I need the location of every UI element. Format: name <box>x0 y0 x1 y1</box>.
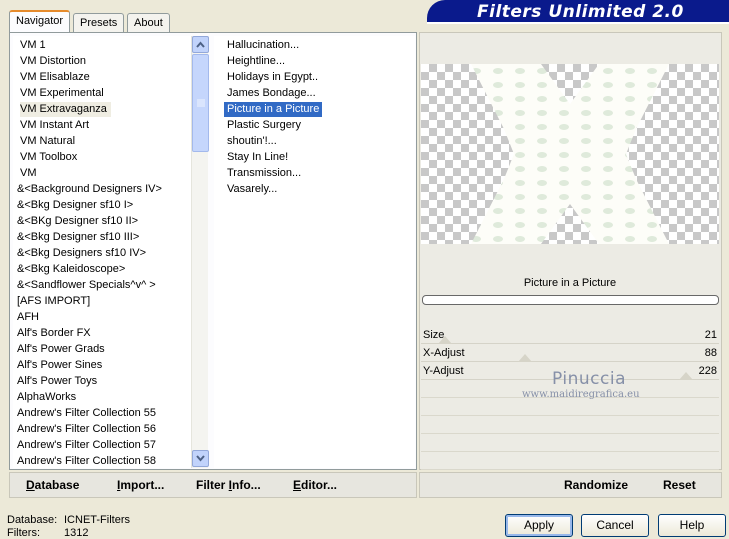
slider-x-adjust-thumb[interactable] <box>518 354 532 362</box>
empty-slider-row <box>421 435 719 452</box>
slider-size-value: 21 <box>704 329 717 341</box>
category-item[interactable]: Andrew's Filter Collection 55 <box>17 406 160 421</box>
preview-image <box>421 64 719 244</box>
category-item[interactable]: Andrew's Filter Collection 58 <box>17 454 160 469</box>
category-item[interactable]: Alf's Power Sines <box>17 358 106 373</box>
slider-size[interactable]: Size 21 <box>421 327 719 344</box>
slider-size-track[interactable] <box>421 343 719 344</box>
category-item[interactable]: &<Bkg Designer sf10 I> <box>17 198 137 213</box>
filter-item[interactable]: Plastic Surgery <box>224 118 304 133</box>
tab-navigator[interactable]: Navigator <box>9 10 71 33</box>
slider-size-thumb[interactable] <box>438 336 452 344</box>
reset-button[interactable]: Reset <box>663 478 696 492</box>
filter-item[interactable]: James Bondage... <box>224 86 319 101</box>
category-item[interactable]: VM Natural <box>20 134 79 149</box>
scroll-thumb[interactable] <box>192 54 209 152</box>
category-item[interactable]: VM Toolbox <box>20 150 81 165</box>
category-item[interactable]: VM Elisablaze <box>20 70 94 85</box>
watermark-url: www.maidiregrafica.eu <box>522 389 640 400</box>
category-item[interactable]: VM Extravaganza <box>20 102 111 117</box>
database-label: Database: <box>7 514 58 526</box>
slider-y-adjust-value: 228 <box>698 365 717 377</box>
grip-icon <box>197 99 205 107</box>
apply-button[interactable]: Apply <box>505 514 573 537</box>
filters-count-label: Filters: <box>7 527 40 539</box>
database-value: ICNET-Filters <box>64 514 130 526</box>
category-item[interactable]: &<Bkg Designers sf10 IV> <box>17 246 150 261</box>
slider-x-adjust-label: X-Adjust <box>423 347 465 359</box>
category-item[interactable]: &<Bkg Designer sf10 III> <box>17 230 143 245</box>
category-item[interactable]: &<BKg Designer sf10 II> <box>17 214 142 229</box>
progress-bar <box>422 295 719 305</box>
category-item[interactable]: VM Experimental <box>20 86 108 101</box>
empty-slider-row <box>421 417 719 434</box>
filters-count-value: 1312 <box>64 527 89 539</box>
category-item[interactable]: VM Distortion <box>20 54 90 69</box>
chevron-down-icon <box>196 455 205 462</box>
filter-item[interactable]: Stay In Line! <box>224 150 291 165</box>
category-list[interactable]: VM 1 VM Distortion VM Elisablaze VM Experim… <box>13 36 191 468</box>
filter-item[interactable]: shoutin'!... <box>224 134 280 149</box>
category-item[interactable]: &<Sandflower Specials^v^ > <box>17 278 160 293</box>
slider-x-adjust[interactable]: X-Adjust 88 <box>421 345 719 362</box>
database-button[interactable]: Database <box>26 478 79 492</box>
filter-item[interactable]: Picture in a Picture <box>224 102 323 117</box>
slider-x-adjust-track[interactable] <box>421 361 719 362</box>
slider-y-adjust-thumb[interactable] <box>679 372 693 380</box>
editor-button[interactable]: Editor... <box>293 478 337 492</box>
filter-item[interactable]: Holidays in Egypt.. <box>224 70 321 85</box>
filter-item[interactable]: Heightline... <box>224 54 288 69</box>
scroll-down-button[interactable] <box>192 450 209 467</box>
category-item[interactable]: VM <box>20 166 41 181</box>
category-scrollbar[interactable] <box>191 36 209 468</box>
empty-slider-row <box>421 453 719 470</box>
preview-butterfly-shape <box>471 64 669 244</box>
filter-item[interactable]: Transmission... <box>224 166 304 181</box>
filter-info-button[interactable]: Filter Info... <box>196 478 261 492</box>
import-button[interactable]: Import... <box>117 478 164 492</box>
app-title: Filters Unlimited 2.0 <box>477 2 684 22</box>
category-item[interactable]: &<Bkg Kaleidoscope> <box>17 262 129 277</box>
category-item[interactable]: AFH <box>17 310 43 325</box>
tab-about[interactable]: About <box>127 13 170 32</box>
category-item[interactable]: AlphaWorks <box>17 390 80 405</box>
category-item[interactable]: Alf's Power Grads <box>17 342 109 357</box>
category-item[interactable]: VM Instant Art <box>20 118 93 133</box>
randomize-button[interactable]: Randomize <box>564 478 628 492</box>
category-item[interactable]: VM 1 <box>20 38 50 53</box>
category-item[interactable]: Andrew's Filter Collection 56 <box>17 422 160 437</box>
filter-item[interactable]: Vasarely... <box>224 182 280 197</box>
category-item[interactable]: Alf's Power Toys <box>17 374 101 389</box>
category-item[interactable]: Andrew's Filter Collection 57 <box>17 438 160 453</box>
chevron-up-icon <box>196 41 205 48</box>
slider-x-adjust-value: 88 <box>704 347 717 359</box>
tab-presets[interactable]: Presets <box>73 13 125 32</box>
category-item[interactable]: &<Background Designers IV> <box>17 182 166 197</box>
empty-slider-row <box>421 399 719 416</box>
slider-y-adjust-label: Y-Adjust <box>423 365 464 377</box>
category-item[interactable]: Alf's Border FX <box>17 326 95 341</box>
scroll-up-button[interactable] <box>192 36 209 53</box>
watermark-name: Pinuccia <box>552 369 626 389</box>
cancel-button[interactable]: Cancel <box>581 514 649 537</box>
category-item[interactable]: [AFS IMPORT] <box>17 294 94 309</box>
filter-item[interactable]: Hallucination... <box>224 38 302 53</box>
selected-filter-title: Picture in a Picture <box>523 277 617 289</box>
filter-list[interactable]: Hallucination... Heightline... Holidays in… <box>214 36 415 468</box>
help-button[interactable]: Help <box>658 514 726 537</box>
